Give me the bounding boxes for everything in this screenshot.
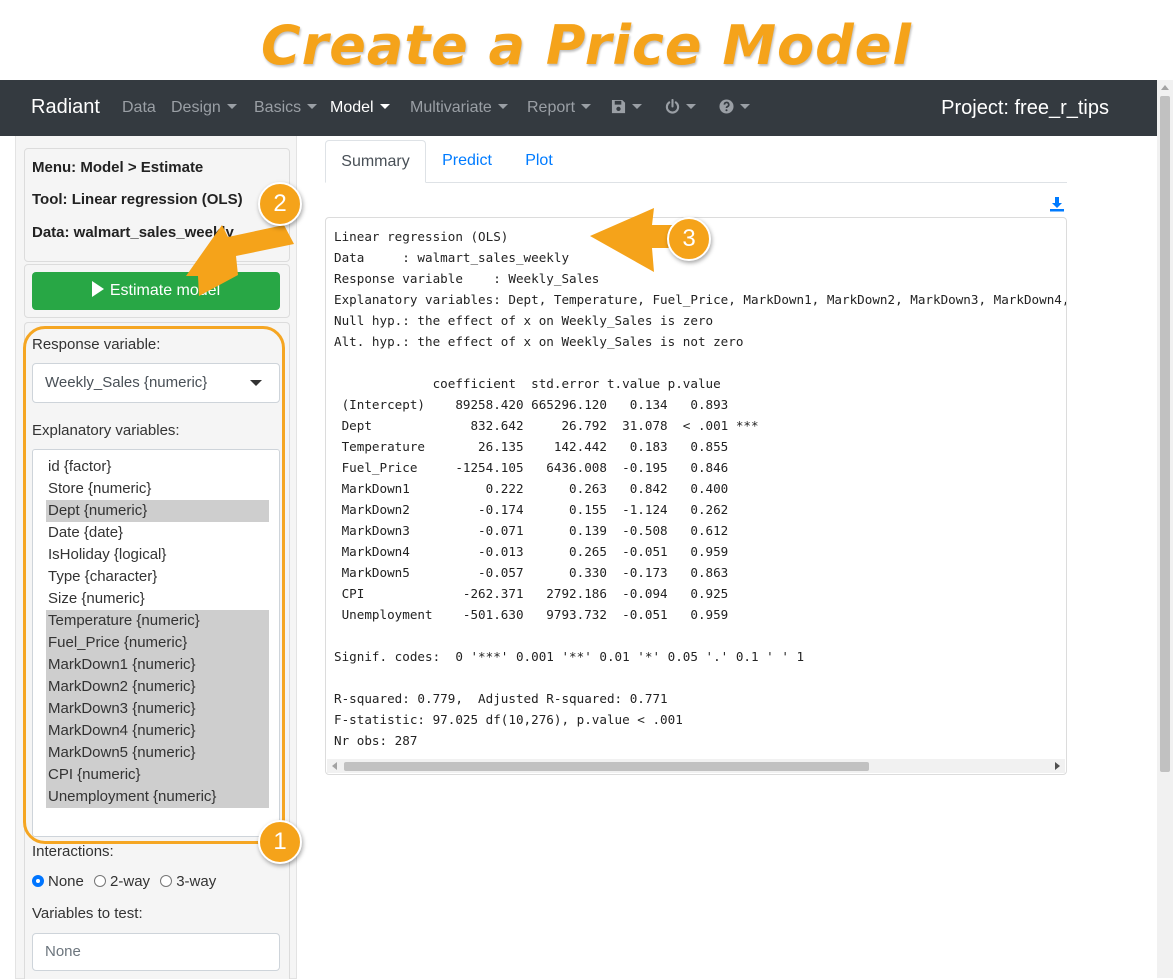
annotation-badge-1: 1 [258,820,302,864]
annotation-badge-3: 3 [667,217,711,261]
arrow-2-icon [186,225,294,296]
annotation-arrows [186,208,690,296]
annotation-badge-2: 2 [258,182,302,226]
